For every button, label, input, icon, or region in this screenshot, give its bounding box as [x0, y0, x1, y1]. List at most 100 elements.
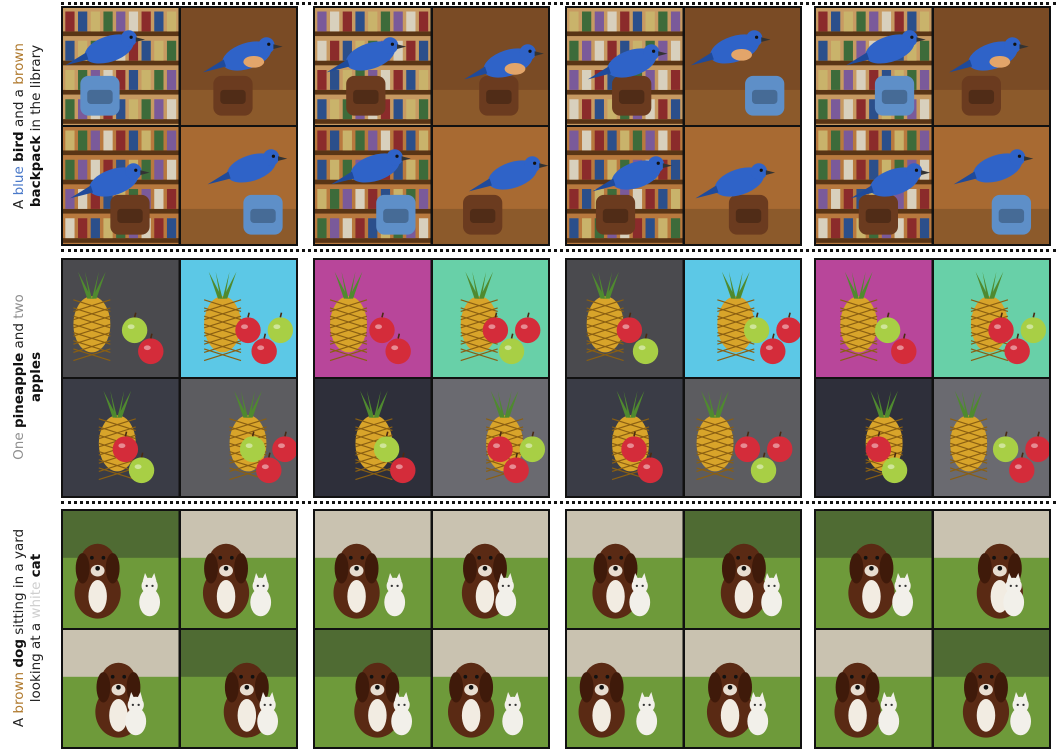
image-group [313, 258, 550, 498]
image-illustration [933, 8, 1049, 125]
image-illustration [180, 630, 296, 747]
generated-image-pineapple-apples [684, 260, 800, 377]
caption-word: backpack [28, 135, 44, 208]
generated-image-bird-backpack [567, 8, 683, 125]
caption-word [11, 668, 27, 672]
generated-image-bird-backpack [933, 127, 1049, 244]
generated-image-bird-backpack [684, 8, 800, 125]
image-illustration [315, 511, 431, 628]
generated-image-dog-cat [315, 630, 431, 747]
image-illustration [63, 511, 179, 628]
image-illustration [684, 511, 800, 628]
row-separator-1 [61, 249, 1056, 252]
generated-image-dog-cat [180, 511, 296, 628]
caption-line: A blue bird and a brown [11, 43, 28, 209]
generated-image-bird-backpack [315, 127, 431, 244]
image-illustration [567, 260, 683, 377]
image-illustration [315, 8, 431, 125]
generated-image-bird-backpack [432, 8, 548, 125]
image-illustration [567, 127, 683, 244]
caption-word [11, 162, 27, 166]
image-illustration [933, 379, 1049, 496]
image-group [313, 6, 550, 246]
generated-image-pineapple-apples [684, 379, 800, 496]
image-illustration [933, 127, 1049, 244]
generated-image-pineapple-apples [180, 379, 296, 496]
image-illustration [432, 127, 548, 244]
generated-image-pineapple-apples [315, 379, 431, 496]
caption-line: looking at a white cat [28, 529, 45, 727]
generated-image-bird-backpack [432, 127, 548, 244]
generated-image-dog-cat [567, 630, 683, 747]
image-illustration [816, 127, 932, 244]
generated-image-dog-cat [933, 511, 1049, 628]
generated-image-pineapple-apples [432, 379, 548, 496]
caption-word: sitting in a yard [11, 528, 27, 640]
caption-word: A [11, 713, 27, 728]
generated-image-bird-backpack [63, 127, 179, 244]
image-illustration [63, 127, 179, 244]
image-group [61, 509, 298, 749]
generated-image-dog-cat [315, 511, 431, 628]
caption-word: dog [11, 639, 27, 668]
caption-line: A brown dog sitting in a yard [11, 529, 28, 727]
image-illustration [933, 511, 1049, 628]
image-group [565, 509, 802, 749]
generated-image-pineapple-apples [63, 260, 179, 377]
generated-image-dog-cat [684, 511, 800, 628]
image-illustration [180, 511, 296, 628]
image-illustration [816, 630, 932, 747]
image-illustration [432, 511, 548, 628]
image-illustration [933, 260, 1049, 377]
generated-image-pineapple-apples [933, 260, 1049, 377]
image-illustration [63, 630, 179, 747]
image-illustration [567, 511, 683, 628]
generated-image-dog-cat [933, 630, 1049, 747]
generated-image-dog-cat [63, 630, 179, 747]
image-illustration [63, 379, 179, 496]
image-illustration [432, 379, 548, 496]
generated-image-bird-backpack [816, 127, 932, 244]
generated-image-dog-cat [180, 630, 296, 747]
image-illustration [315, 260, 431, 377]
caption-word: brown [11, 671, 27, 714]
image-group [814, 6, 1051, 246]
image-group [814, 509, 1051, 749]
generated-image-bird-backpack [180, 8, 296, 125]
image-group [814, 258, 1051, 498]
caption-word: cat [28, 553, 44, 578]
generated-image-bird-backpack [816, 8, 932, 125]
generated-image-pineapple-apples [816, 379, 932, 496]
image-illustration [432, 8, 548, 125]
image-illustration [684, 260, 800, 377]
caption-word: and a [11, 84, 27, 132]
generated-image-pineapple-apples [63, 379, 179, 496]
image-illustration [63, 8, 179, 125]
row-caption-bird-backpack: A blue bird and a brown backpack in the l… [0, 6, 56, 246]
generated-image-dog-cat [567, 511, 683, 628]
generated-image-bird-backpack [933, 8, 1049, 125]
generated-image-dog-cat [432, 511, 548, 628]
image-illustration [684, 379, 800, 496]
caption-word: One [11, 428, 27, 460]
image-illustration [816, 260, 932, 377]
generated-image-pineapple-apples [180, 260, 296, 377]
caption-word: white [28, 581, 44, 619]
generated-image-pineapple-apples [432, 260, 548, 377]
caption-word: pineapple [11, 352, 27, 429]
caption-text: One pineapple and two apples [11, 294, 45, 460]
generated-image-bird-backpack [684, 127, 800, 244]
caption-word: brown [11, 43, 27, 85]
image-illustration [567, 8, 683, 125]
caption-word: looking at a [28, 618, 44, 703]
caption-word: A [11, 195, 27, 209]
image-illustration [315, 127, 431, 244]
image-illustration [816, 379, 932, 496]
image-illustration [180, 127, 296, 244]
generated-image-bird-backpack [567, 127, 683, 244]
caption-line: apples [28, 294, 45, 460]
image-illustration [684, 127, 800, 244]
image-illustration [933, 630, 1049, 747]
generated-image-dog-cat [816, 511, 932, 628]
image-illustration [684, 8, 800, 125]
